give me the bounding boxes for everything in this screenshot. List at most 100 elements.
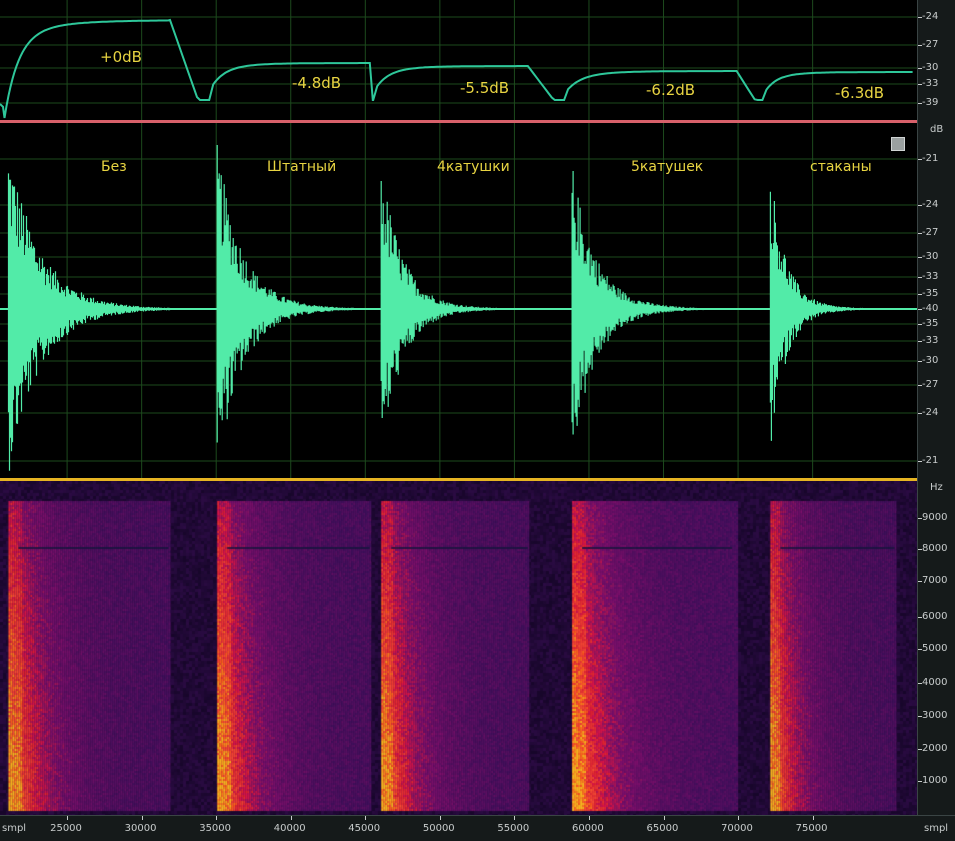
segment-label: 4катушки	[437, 159, 510, 175]
segment-label: Без	[101, 159, 127, 175]
ruler-tick	[918, 683, 922, 684]
ruler-tick	[918, 649, 922, 650]
ruler-tick	[918, 385, 922, 386]
time-tick-label: 40000	[273, 823, 306, 834]
waveform-segment	[571, 171, 737, 435]
time-tick	[514, 816, 516, 820]
ruler-tick-label: -30	[922, 251, 939, 262]
time-tick	[812, 816, 814, 820]
segment-label: стаканы	[810, 159, 872, 175]
ruler-tick-label: 2000	[922, 743, 948, 754]
waveform-db-ruler: dB -21 -24 -27 -30 -33 -35 -40 -35 -33 -30 -27 -24 -2…	[917, 123, 955, 478]
ruler-tick-label: 6000	[922, 611, 948, 622]
ruler-tick	[918, 84, 922, 85]
time-tick-label: 50000	[422, 823, 455, 834]
ruler-tick-label: 7000	[922, 575, 948, 586]
ruler-tick-label: 9000	[922, 512, 948, 523]
spectrogram-canvas	[0, 481, 917, 815]
time-ruler[interactable]: smpl smpl 25000 30000 35000 40000 45000 50000 55…	[0, 815, 955, 841]
time-tick-label: 35000	[199, 823, 232, 834]
ruler-tick-label: -27	[922, 227, 939, 238]
ruler-tick	[918, 277, 922, 278]
ruler-tick	[918, 413, 922, 414]
waveform-segment	[769, 191, 895, 441]
time-tick	[439, 816, 441, 820]
segment-label: 5катушек	[631, 159, 704, 175]
ruler-tick	[918, 159, 922, 160]
ruler-tick	[918, 257, 922, 258]
time-tick-label: 30000	[124, 823, 157, 834]
ruler-tick-label: 1000	[922, 775, 948, 786]
time-tick-label: 65000	[646, 823, 679, 834]
envelope-db-label: -6.2dB	[646, 81, 696, 99]
ruler-tick-label: -30	[922, 62, 939, 73]
envelope-db-label: +0dB	[100, 48, 142, 66]
envelope-db-label: -5.5dB	[460, 79, 510, 97]
ruler-tick-label: -24	[922, 199, 939, 210]
waveform-trace	[769, 191, 895, 441]
waveform-graph	[0, 123, 917, 478]
time-tick-label: 60000	[571, 823, 604, 834]
ruler-tick-label: -33	[922, 78, 939, 89]
ruler-tick	[918, 581, 922, 582]
waveform-panel: Без Штатный 4катушки 5катушек стаканы	[0, 123, 917, 478]
ruler-unit: dB	[930, 124, 944, 135]
time-tick	[663, 816, 665, 820]
time-unit-right: smpl	[924, 823, 949, 834]
ruler-tick	[918, 103, 922, 104]
ruler-tick	[918, 518, 922, 519]
time-tick	[290, 816, 292, 820]
ruler-tick-label: -35	[922, 318, 939, 329]
ruler-tick	[918, 68, 922, 69]
ruler-tick	[918, 17, 922, 18]
time-tick-label: 45000	[348, 823, 381, 834]
frequency-ruler: Hz 9000 8000 7000 6000 5000 4000 3000 2000 1000	[917, 481, 955, 815]
ruler-tick	[918, 341, 922, 342]
ruler-tick-label: -27	[922, 39, 939, 50]
segment-label: Штатный	[267, 159, 337, 175]
waveform-segment	[380, 181, 528, 418]
envelope-db-ruler: -24 -27 -30 -33 -39	[917, 0, 955, 120]
ruler-tick	[918, 549, 922, 550]
ruler-unit: Hz	[930, 482, 943, 493]
waveform-trace	[7, 173, 171, 471]
time-tick	[738, 816, 740, 820]
time-tick-label: 75000	[795, 823, 828, 834]
ruler-tick	[918, 45, 922, 46]
time-tick-label: 25000	[50, 823, 82, 834]
waveform-trace	[380, 181, 528, 418]
ruler-tick	[918, 361, 922, 362]
ruler-tick-label: -40	[922, 303, 939, 314]
ruler-tick-label: -21	[922, 455, 939, 466]
panel-options-icon[interactable]	[891, 137, 905, 151]
ruler-tick	[918, 324, 922, 325]
ruler-tick-label: 4000	[922, 677, 948, 688]
ruler-tick-label: 3000	[922, 710, 948, 721]
ruler-tick-label: 8000	[922, 543, 948, 554]
ruler-tick	[918, 617, 922, 618]
time-tick	[588, 816, 590, 820]
time-unit-left: smpl	[2, 823, 27, 834]
ruler-tick-label: -39	[922, 97, 939, 108]
ruler-tick-label: -21	[922, 153, 939, 164]
waveform-segment	[7, 173, 171, 471]
envelope-db-label: -6.3dB	[835, 84, 885, 102]
time-tick	[67, 816, 69, 820]
ruler-tick-label: -33	[922, 335, 939, 346]
waveform-trace	[571, 171, 737, 435]
ruler-tick	[918, 716, 922, 717]
ruler-tick-label: -30	[922, 355, 939, 366]
ruler-tick-label: -27	[922, 379, 939, 390]
ruler-tick-label: -24	[922, 407, 939, 418]
time-tick	[365, 816, 367, 820]
ruler-tick	[918, 205, 922, 206]
time-tick-label: 55000	[497, 823, 530, 834]
ruler-tick-label: -35	[922, 288, 939, 299]
spectrogram-panel	[0, 481, 917, 815]
ruler-tick	[918, 309, 922, 310]
ruler-tick	[918, 749, 922, 750]
time-tick	[216, 816, 218, 820]
ruler-tick	[918, 781, 922, 782]
ruler-tick	[918, 233, 922, 234]
ruler-tick	[918, 461, 922, 462]
